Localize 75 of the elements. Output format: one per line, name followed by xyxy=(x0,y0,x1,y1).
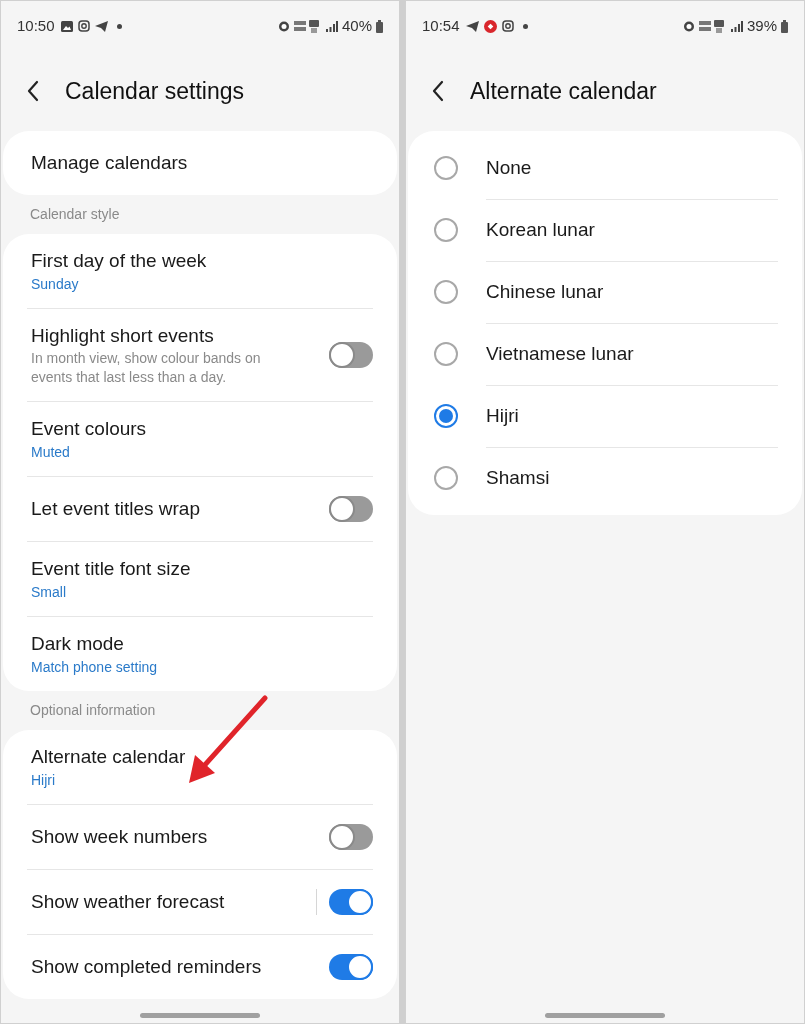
app-badge-icon xyxy=(483,19,497,33)
battery-percentage: 40% xyxy=(341,15,372,36)
instagram-icon xyxy=(77,20,90,32)
dot-icon xyxy=(522,23,528,29)
settings-row[interactable]: Manage calendars xyxy=(27,131,373,195)
setting-label: Show weather forecast xyxy=(31,890,226,914)
radio-option[interactable]: None xyxy=(408,137,802,199)
radio-option[interactable]: Chinese lunar xyxy=(408,261,802,323)
setting-label: Manage calendars xyxy=(31,151,189,175)
gallery-icon xyxy=(60,20,73,32)
option-label: Vietnamese lunar xyxy=(486,342,634,367)
status-time: 10:50 xyxy=(17,15,55,36)
option-label: None xyxy=(486,155,532,180)
signal-icon xyxy=(730,20,743,32)
option-label: Shamsi xyxy=(486,466,550,491)
setting-label: Show completed reminders xyxy=(31,955,263,979)
status-time: 10:54 xyxy=(422,15,460,36)
settings-row[interactable]: Let event titles wrap xyxy=(27,476,373,541)
setting-value: Hijri xyxy=(31,771,57,790)
screen-title: Alternate calendar xyxy=(470,76,657,106)
settings-row[interactable]: Event title font size Small xyxy=(27,541,373,616)
telegram-icon xyxy=(94,20,108,32)
dot-icon xyxy=(116,23,122,29)
toggle-switch[interactable] xyxy=(329,954,373,980)
screen-title: Calendar settings xyxy=(65,76,244,106)
settings-row[interactable]: Show week numbers xyxy=(27,804,373,869)
section-header: Calendar style xyxy=(29,205,121,224)
setting-label: Alternate calendar xyxy=(31,745,187,769)
radio-button[interactable] xyxy=(434,218,458,242)
setting-value: Sunday xyxy=(31,275,80,294)
setting-value: Small xyxy=(31,583,67,602)
radio-button[interactable] xyxy=(434,156,458,180)
signal-icon xyxy=(325,20,338,32)
settings-row[interactable]: Event colours Muted xyxy=(27,401,373,476)
settings-row[interactable]: Highlight short events In month view, show colour bands on events that last less than a day. xyxy=(27,308,373,401)
radio-option[interactable]: Korean lunar xyxy=(408,199,802,261)
setting-value: Match phone setting xyxy=(31,658,159,677)
settings-row[interactable]: Dark mode Match phone setting xyxy=(27,616,373,691)
instagram-icon xyxy=(501,20,514,32)
setting-label: Event title font size xyxy=(31,557,192,581)
option-label: Korean lunar xyxy=(486,218,595,243)
radio-button[interactable] xyxy=(434,404,458,428)
setting-label: First day of the week xyxy=(31,249,208,273)
setting-description: In month view, show colour bands on events that last less than a day. xyxy=(31,349,262,387)
toggle-switch[interactable] xyxy=(329,824,373,850)
toggle-switch[interactable] xyxy=(329,889,373,915)
battery-icon xyxy=(781,19,788,33)
setting-label: Show week numbers xyxy=(31,825,209,849)
network-icon xyxy=(698,19,727,33)
battery-icon xyxy=(376,19,383,33)
setting-value: Muted xyxy=(31,443,71,462)
radio-option[interactable]: Shamsi xyxy=(408,447,802,509)
toggle-switch[interactable] xyxy=(329,496,373,522)
network-icon xyxy=(293,19,322,33)
settings-row[interactable]: Alternate calendar Hijri xyxy=(27,730,373,804)
telegram-icon xyxy=(465,20,479,32)
toggle-switch[interactable] xyxy=(329,342,373,368)
battery-percentage: 39% xyxy=(746,15,777,36)
radio-button[interactable] xyxy=(434,280,458,304)
option-label: Chinese lunar xyxy=(486,280,604,305)
setting-label: Dark mode xyxy=(31,632,125,656)
settings-row[interactable]: Show weather forecast xyxy=(27,869,373,934)
radio-button[interactable] xyxy=(434,342,458,366)
radio-option[interactable]: Hijri xyxy=(408,385,802,447)
setting-label: Let event titles wrap xyxy=(31,497,201,521)
setting-label: Event colours xyxy=(31,417,148,441)
option-label: Hijri xyxy=(486,404,519,429)
radio-option[interactable]: Vietnamese lunar xyxy=(408,323,802,385)
navigation-handle[interactable] xyxy=(545,1012,665,1018)
settings-row[interactable]: Show completed reminders xyxy=(27,934,373,999)
setting-label: Highlight short events xyxy=(31,324,215,348)
navigation-handle[interactable] xyxy=(140,1012,260,1018)
settings-row[interactable]: First day of the week Sunday xyxy=(27,234,373,308)
radio-button[interactable] xyxy=(434,466,458,490)
section-header: Optional information xyxy=(29,701,157,720)
